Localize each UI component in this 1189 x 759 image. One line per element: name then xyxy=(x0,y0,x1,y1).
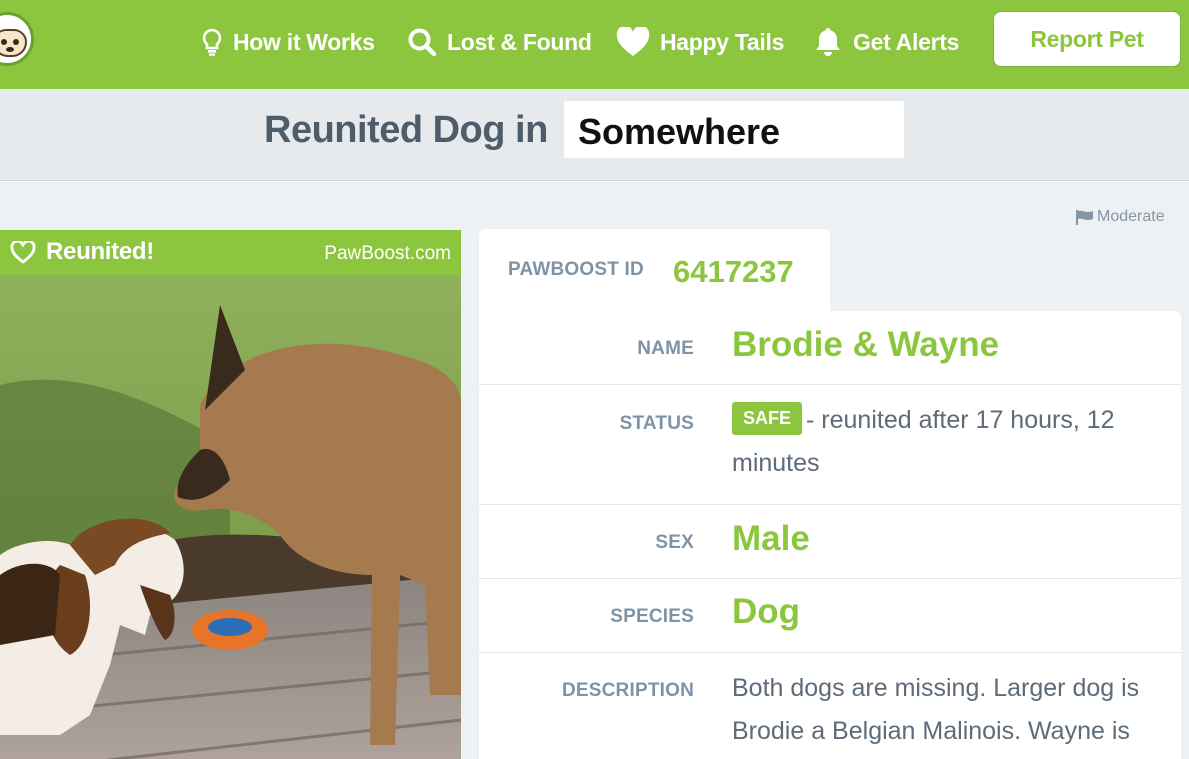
moderate-label: Moderate xyxy=(1097,208,1165,225)
detail-row-description: DESCRIPTION Both dogs are missing. Large… xyxy=(479,653,1181,759)
nav-happy-tails[interactable]: Happy Tails xyxy=(616,22,784,62)
species-label: SPECIES xyxy=(610,606,694,627)
page-title: Reunited Dog in xyxy=(264,109,548,151)
moderate-link[interactable]: Moderate xyxy=(1076,208,1165,226)
reunited-banner: Reunited! PawBoost.com xyxy=(0,230,461,275)
location-text: Somewhere xyxy=(578,111,781,152)
pawboost-logo[interactable] xyxy=(0,12,34,66)
nav-happy-tails-label: Happy Tails xyxy=(660,28,785,55)
dog-face-icon xyxy=(0,29,27,57)
sex-value: Male xyxy=(732,519,810,558)
detail-row-status: STATUS SAFE - reunited after 17 hours, 12… xyxy=(479,385,1181,505)
title-band: Reunited Dog in Somewhere xyxy=(0,89,1189,181)
heart-outline-icon xyxy=(10,240,36,263)
location-box: Somewhere xyxy=(564,101,904,158)
nav-how-it-works[interactable]: How it Works xyxy=(201,22,375,62)
nav-lost-found-label: Lost & Found xyxy=(447,28,592,55)
pet-photo[interactable] xyxy=(0,275,461,759)
name-label: NAME xyxy=(637,338,694,359)
detail-row-sex: SEX Male xyxy=(479,505,1181,579)
search-icon xyxy=(408,28,437,57)
brand-watermark: PawBoost.com xyxy=(324,243,451,264)
pet-photo-card: Reunited! PawBoost.com xyxy=(0,230,461,759)
nav-lost-found[interactable]: Lost & Found xyxy=(407,22,592,62)
description-value: Both dogs are missing. Larger dog is Bro… xyxy=(732,674,1140,745)
sex-label: SEX xyxy=(655,532,694,553)
status-badge: SAFE xyxy=(732,401,803,435)
pawboost-id-label: PAWBOOST ID xyxy=(508,259,644,280)
lightbulb-icon xyxy=(202,28,222,56)
bell-icon xyxy=(816,28,840,56)
pawboost-id-tab: PAWBOOST ID 6417237 xyxy=(479,229,830,311)
nav-get-alerts-label: Get Alerts xyxy=(853,28,960,55)
reunited-label: Reunited! xyxy=(46,238,154,265)
status-label: STATUS xyxy=(619,413,694,434)
listing-content: Moderate Reunited! PawBoost.com PAWBOOST… xyxy=(0,182,1189,759)
species-value: Dog xyxy=(732,592,801,631)
description-label: DESCRIPTION xyxy=(561,680,694,701)
pet-details-card: NAME Brodie & Wayne STATUS SAFE - reunite… xyxy=(479,311,1181,759)
name-value: Brodie & Wayne xyxy=(732,325,1000,364)
top-navigation: How it Works Lost & Found Happy Tails Ge… xyxy=(0,0,1189,89)
detail-row-species: SPECIES Dog xyxy=(479,579,1181,653)
report-pet-button[interactable]: Report Pet xyxy=(993,11,1181,67)
nav-how-it-works-label: How it Works xyxy=(233,28,375,55)
nav-get-alerts[interactable]: Get Alerts xyxy=(813,22,959,62)
flag-icon xyxy=(1076,209,1093,225)
pawboost-id-value: 6417237 xyxy=(673,254,794,289)
status-value: SAFE - reunited after 17 hours, 12 minute… xyxy=(732,399,1152,485)
heart-icon xyxy=(616,27,650,56)
detail-row-name: NAME Brodie & Wayne xyxy=(479,311,1181,385)
reunited-badge: Reunited! xyxy=(10,238,154,266)
